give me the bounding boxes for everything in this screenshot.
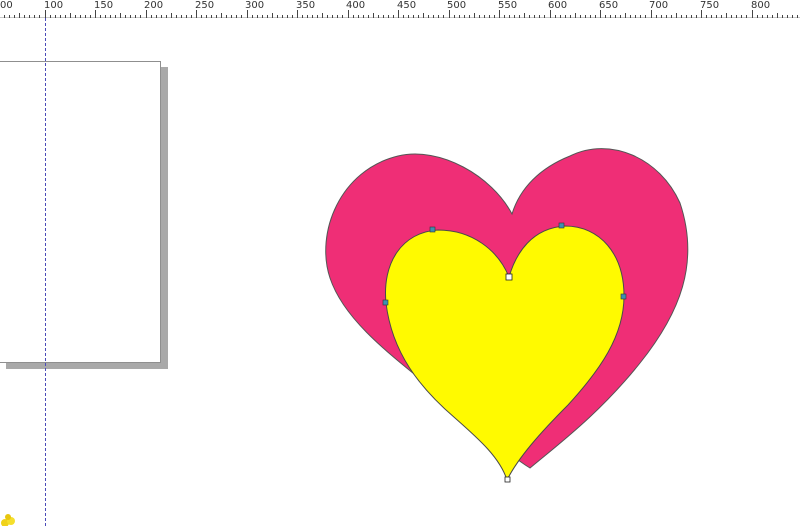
ruler-label-600: 600 [548,0,568,11]
ruler-label-00: 00 [0,0,13,11]
ruler-label-450: 450 [397,0,417,11]
node-handle[interactable] [504,476,511,483]
ruler-label-700: 700 [649,0,669,11]
node-handle[interactable] [620,293,627,300]
ruler-label-750: 750 [700,0,720,11]
node-handle[interactable] [429,226,436,233]
flower-icon [1,514,15,526]
node-handle[interactable] [382,299,389,306]
ruler-label-100: 100 [44,0,64,11]
drawing-app-window: 00 100 150 200 250 300 350 400 450 500 5… [0,0,800,526]
ruler-label-400: 400 [346,0,366,11]
ruler-label-200: 200 [144,0,164,11]
horizontal-ruler[interactable]: 00 100 150 200 250 300 350 400 450 500 5… [0,0,800,18]
ruler-label-550: 550 [498,0,518,11]
ruler-label-500: 500 [447,0,467,11]
ruler-label-650: 650 [599,0,619,11]
ruler-label-350: 350 [296,0,316,11]
ruler-label-250: 250 [195,0,215,11]
artwork-layer [325,148,689,483]
node-handle[interactable] [558,222,565,229]
ruler-label-300: 300 [245,0,265,11]
ruler-label-150: 150 [94,0,114,11]
drawing-canvas[interactable] [0,18,800,526]
node-handle-selected[interactable] [505,273,513,281]
ruler-label-800: 800 [751,0,771,11]
